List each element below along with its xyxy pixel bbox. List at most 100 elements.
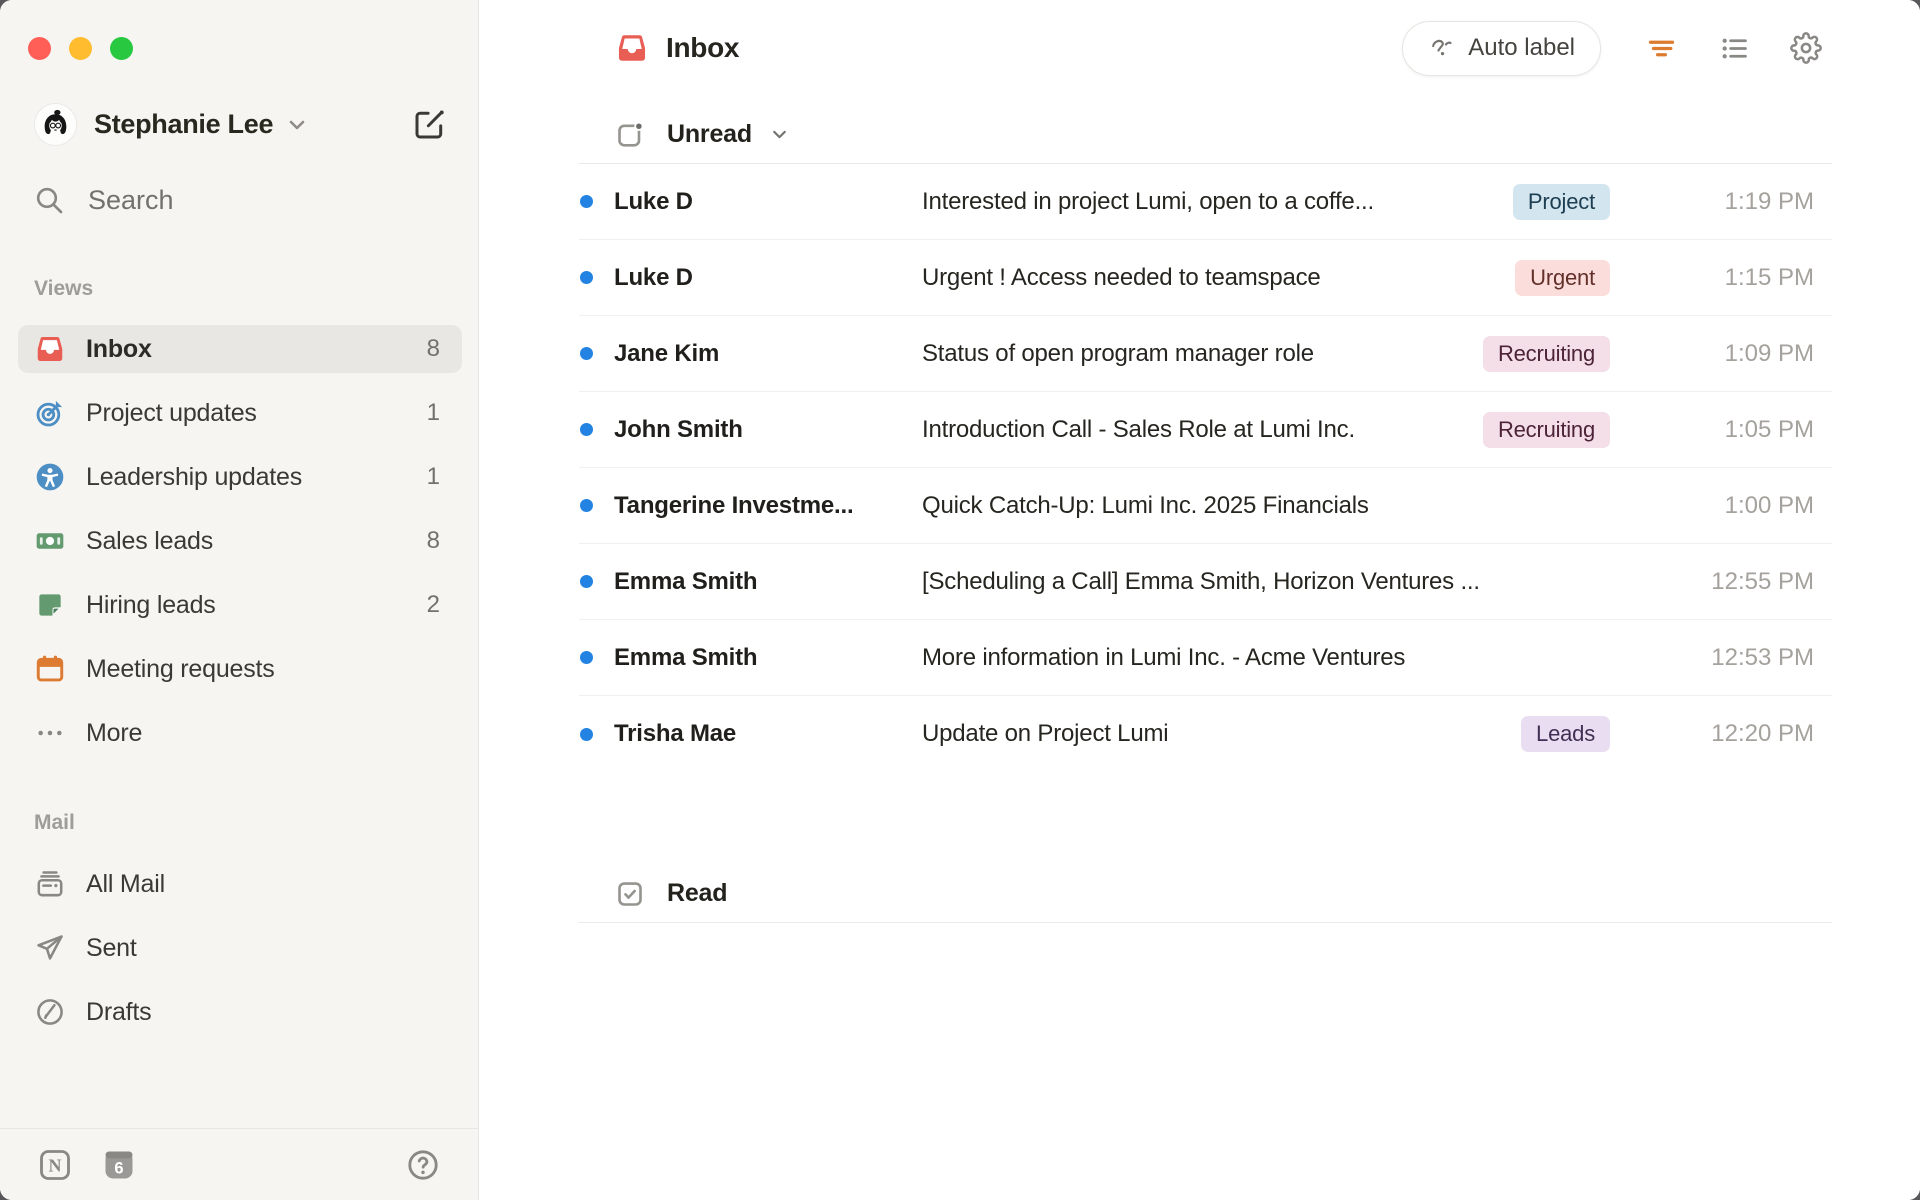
sidebar-navigation: Views Inbox 8 Project updates 1 Leadersh… — [0, 277, 478, 1036]
notion-calendar-app-icon[interactable]: 6 — [101, 1147, 137, 1183]
email-row[interactable]: Emma Smith [Scheduling a Call] Emma Smit… — [579, 544, 1832, 620]
sidebar-item-inbox[interactable]: Inbox 8 — [18, 325, 462, 373]
email-label-badge: Leads — [1521, 716, 1610, 752]
app-window: Stephanie Lee Search Views Inbox 8 Proje… — [0, 0, 1920, 1200]
section-label-views: Views — [34, 277, 94, 300]
search-button[interactable]: Search — [33, 184, 458, 216]
unread-dot — [580, 575, 593, 588]
email-time: 1:19 PM — [1724, 187, 1814, 215]
read-section-header[interactable]: Read — [579, 865, 1832, 923]
email-time: 12:55 PM — [1711, 567, 1814, 595]
email-subject: Urgent ! Access needed to teamspace — [922, 263, 1321, 291]
email-row[interactable]: Luke D Urgent ! Access needed to teamspa… — [579, 240, 1832, 316]
unread-dot — [580, 271, 593, 284]
banknote-icon — [34, 525, 66, 557]
email-subject: Status of open program manager role — [922, 339, 1314, 367]
sidebar-item-label: More — [86, 718, 143, 747]
question-mark-icon — [408, 1149, 438, 1180]
email-row[interactable]: Luke D Interested in project Lumi, open … — [579, 164, 1832, 240]
sidebar-item-drafts[interactable]: Drafts — [18, 988, 462, 1036]
sidebar-item-leadership-updates[interactable]: Leadership updates 1 — [18, 453, 462, 501]
sidebar-item-label: Drafts — [86, 997, 152, 1026]
email-row[interactable]: Trisha Mae Update on Project Lumi Leads … — [579, 696, 1832, 772]
unread-dot — [580, 423, 593, 436]
email-row[interactable]: John Smith Introduction Call - Sales Rol… — [579, 392, 1832, 468]
leadership-icon — [34, 461, 66, 493]
chevron-down-icon — [769, 124, 790, 145]
compose-button[interactable] — [411, 107, 447, 143]
email-sender: Tangerine Investme... — [614, 491, 854, 519]
email-time: 1:00 PM — [1724, 491, 1814, 519]
search-icon — [36, 187, 63, 214]
sidebar-item-label: Sent — [86, 933, 137, 962]
inbox-icon — [34, 333, 66, 365]
zoom-window-button[interactable] — [110, 37, 133, 60]
unread-label: Unread — [667, 120, 752, 148]
sidebar-item-sales-leads[interactable]: Sales leads 8 — [18, 517, 462, 565]
email-sender: Luke D — [614, 263, 693, 291]
email-time: 12:20 PM — [1711, 720, 1814, 747]
unread-dot — [580, 651, 593, 664]
email-time: 12:53 PM — [1711, 643, 1814, 671]
gear-icon — [1790, 32, 1822, 64]
window-controls — [0, 0, 478, 60]
ellipsis-icon — [34, 717, 66, 749]
chevron-down-icon[interactable] — [285, 113, 309, 137]
email-subject: More information in Lumi Inc. - Acme Ven… — [922, 643, 1406, 671]
notion-app-icon[interactable]: N — [37, 1147, 73, 1183]
user-name[interactable]: Stephanie Lee — [94, 109, 273, 140]
unread-icon — [615, 120, 645, 150]
search-label: Search — [88, 184, 174, 215]
read-label: Read — [667, 879, 728, 907]
send-icon — [34, 932, 66, 964]
email-label-badge: Recruiting — [1482, 335, 1610, 372]
sidebar-item-count: 8 — [426, 335, 440, 362]
close-window-button[interactable] — [28, 37, 51, 60]
sidebar-item-more[interactable]: More — [18, 709, 462, 757]
sidebar-item-label: All Mail — [86, 869, 165, 898]
email-row[interactable]: Emma Smith More information in Lumi Inc.… — [579, 620, 1832, 696]
filter-button[interactable] — [1646, 33, 1677, 64]
svg-text:N: N — [49, 1155, 62, 1175]
sidebar-item-hiring-leads[interactable]: Hiring leads 2 — [18, 581, 462, 629]
sidebar-item-meeting-requests[interactable]: Meeting requests — [18, 645, 462, 693]
unread-dot — [580, 727, 593, 741]
main-header: Inbox Auto label — [579, 0, 1832, 96]
settings-button[interactable] — [1790, 32, 1822, 64]
email-time: 1:15 PM — [1724, 263, 1814, 291]
sidebar-item-sent[interactable]: Sent — [18, 924, 462, 972]
email-row[interactable]: Tangerine Investme... Quick Catch-Up: Lu… — [579, 468, 1832, 544]
filter-icon — [1648, 40, 1675, 56]
unread-section-header[interactable]: Unread — [579, 106, 1832, 164]
svg-text:6: 6 — [114, 1159, 123, 1177]
email-time: 1:09 PM — [1724, 339, 1814, 367]
avatar[interactable] — [35, 104, 76, 145]
sidebar-item-label: Leadership updates — [86, 462, 303, 491]
email-label-badge: Recruiting — [1482, 411, 1610, 448]
email-row[interactable]: Jane Kim Status of open program manager … — [579, 316, 1832, 392]
sidebar-item-project-updates[interactable]: Project updates 1 — [18, 389, 462, 437]
sidebar-item-label: Inbox — [86, 334, 152, 363]
list-view-button[interactable] — [1719, 33, 1750, 64]
email-list: Luke D Interested in project Lumi, open … — [579, 164, 1832, 772]
section-label-mail: Mail — [34, 811, 75, 834]
draft-icon — [34, 996, 66, 1028]
sidebar-item-count: 8 — [426, 527, 440, 554]
main-panel: Inbox Auto label Unread Luke D Intereste… — [479, 0, 1920, 1200]
email-label-badge: Urgent — [1515, 259, 1610, 296]
sidebar-item-label: Hiring leads — [86, 590, 216, 619]
sidebar-item-all-mail[interactable]: All Mail — [18, 860, 462, 908]
sidebar-item-label: Project updates — [86, 398, 257, 427]
help-button[interactable] — [405, 1147, 441, 1183]
email-sender: Emma Smith — [614, 567, 758, 595]
minimize-window-button[interactable] — [69, 37, 92, 60]
list-icon — [1722, 38, 1747, 58]
all-mail-icon — [34, 868, 66, 900]
auto-label-button[interactable]: Auto label — [1402, 20, 1601, 76]
email-sender: Luke D — [614, 187, 693, 215]
sidebar-item-count: 1 — [426, 399, 440, 426]
email-subject: Interested in project Lumi, open to a co… — [922, 187, 1374, 215]
target-icon — [34, 397, 66, 429]
calendar-icon — [34, 653, 66, 685]
page-title: Inbox — [666, 32, 740, 63]
